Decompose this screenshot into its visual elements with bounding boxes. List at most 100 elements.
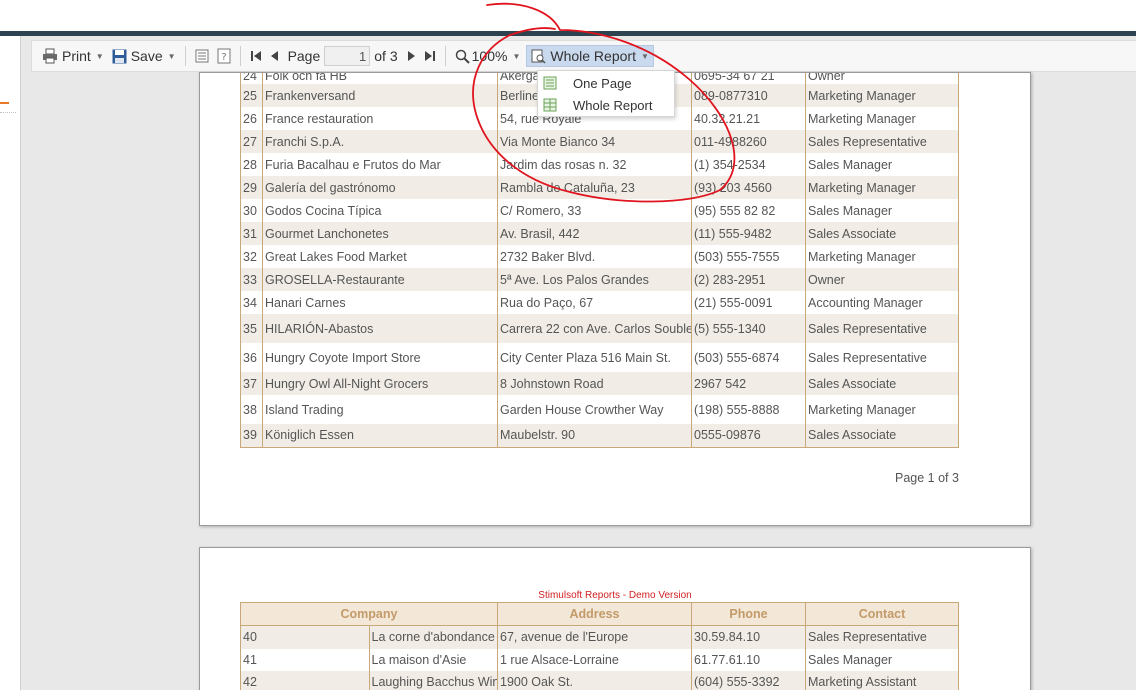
cell-contact: Sales Representative [805,343,959,372]
app-header [0,0,1136,32]
zoom-label: 100% [471,48,508,64]
parameters-button[interactable]: ? [213,44,235,68]
next-page-button[interactable] [402,44,420,68]
cell-company: HILARIÓN-Abastos [262,314,498,343]
header-divider [0,31,1136,36]
page-view-icon [531,49,546,64]
column-header-contact: Contact [805,602,959,626]
cell-address: 1900 Oak St. [497,670,692,690]
table-row: 37 Hungry Owl All-Night Grocers 8 Johnstow… [240,372,959,395]
panel-marker [0,102,9,104]
cell-contact: Marketing Manager [805,84,959,107]
table-row: 32 Great Lakes Food Market 2732 Baker Blvd… [240,245,959,268]
toolbar-separator [239,46,241,66]
table-row: 42Laughing Bacchus Wine Cellars1900 Oak … [240,670,959,690]
cell-phone: (21) 555-0091 [691,291,806,314]
table-row: 27 Franchi S.p.A. Via Monte Bianco 34 011-4… [240,130,959,153]
chevron-down-icon: ▼ [167,51,176,61]
cell-phone: (2) 283-2951 [691,268,806,291]
view-mode-label: Whole Report [550,48,636,64]
cell-num: 24 [240,73,263,84]
cell-contact: Sales Associate [805,372,959,395]
cell-num: 28 [240,153,263,176]
cell-address: 1 rue Alsace-Lorraine [497,648,692,671]
cell-num: 35 [240,314,263,343]
cell-phone: 61.77.61.10 [691,648,806,671]
cell-phone: (95) 555 82 82 [691,199,806,222]
table-row: 33 GROSELLA-Restaurante 5ª Ave. Los Palos … [240,268,959,291]
cell-phone: (503) 555-7555 [691,245,806,268]
cell-num: 37 [240,372,263,395]
cell-address: Rua do Paço, 67 [497,291,692,314]
cell-contact: Sales Representative [805,625,959,649]
cell-address: 8 Johnstown Road [497,372,692,395]
prev-page-button[interactable] [266,44,284,68]
cell-phone: (93) 203 4560 [691,176,806,199]
table-row: 28 Furia Bacalhau e Frutos do Mar Jardim d… [240,153,959,176]
panel-divider [0,112,16,113]
cell-company: GROSELLA-Restaurante [262,268,498,291]
first-page-button[interactable] [246,44,266,68]
menu-item-whole-report[interactable]: Whole Report [538,94,674,116]
cell-num: 34 [240,291,263,314]
cell-company: Königlich Essen [262,424,498,448]
report-table: Company Address Phone Contact 40 La corne… [240,602,959,690]
table-row: 29 Galería del gastrónomo Rambla de Catalu… [240,176,959,199]
cell-contact: Owner [805,73,959,84]
zoom-button[interactable]: 100% ▼ [451,44,525,68]
cell-num: 41 [240,648,370,671]
view-mode-button[interactable]: Whole Report ▼ [526,45,654,67]
cell-phone: 2967 542 [691,372,806,395]
printer-icon [43,48,57,64]
demo-watermark: Stimulsoft Reports - Demo Version [538,590,692,601]
cell-num: 36 [240,343,263,372]
cell-address: Jardim das rosas n. 32 [497,153,692,176]
cell-contact: Marketing Assistant [805,670,959,690]
cell-address: Carrera 22 con Ave. Carlos Soublette #8-… [497,314,692,343]
print-label: Print [62,48,91,64]
cell-company: Galería del gastrónomo [262,176,498,199]
cell-num: 39 [240,424,263,448]
column-header-phone: Phone [691,602,806,626]
report-page-1: 24Folk och fä HBÅkergatan 240695-34 67 2… [199,72,1031,526]
column-header-company: Company [240,602,498,626]
cell-num: 32 [240,245,263,268]
last-page-button[interactable] [420,44,440,68]
cell-phone: 0555-09876 [691,424,806,448]
table-row: 39 Königlich Essen Maubelstr. 90 0555-09876… [240,424,959,448]
cell-num: 38 [240,395,263,424]
cell-num: 31 [240,222,263,245]
cell-phone: 0695-34 67 21 [691,73,806,84]
cell-company: Island Trading [262,395,498,424]
chevron-down-icon: ▼ [95,51,104,61]
toolbar-separator [184,46,186,66]
page-number-input[interactable] [324,46,371,66]
prev-page-icon [270,51,278,61]
cell-address: 67, avenue de l'Europe [497,625,692,649]
cell-company: Franchi S.p.A. [262,130,498,153]
cell-address: Via Monte Bianco 34 [497,130,692,153]
cell-num: 27 [240,130,263,153]
cell-company: France restauration [262,107,498,130]
cell-contact: Sales Manager [805,199,959,222]
print-button[interactable]: Print ▼ [38,44,108,68]
menu-item-one-page[interactable]: One Page [538,72,674,94]
cell-company: Great Lakes Food Market [262,245,498,268]
cell-contact: Marketing Manager [805,245,959,268]
cell-company: Hanari Carnes [262,291,498,314]
single-page-icon [543,76,557,90]
cell-phone: (11) 555-9482 [691,222,806,245]
menu-item-label: Whole Report [573,97,653,113]
save-button[interactable]: Save ▼ [108,44,180,68]
cell-company: Gourmet Lanchonetes [262,222,498,245]
column-header-address: Address [497,602,692,626]
toolbar-separator [444,46,446,66]
bookmarks-button[interactable] [191,44,213,68]
cell-contact: Sales Manager [805,648,959,671]
cell-phone: (604) 555-3392 [691,670,806,690]
cell-contact: Sales Manager [805,153,959,176]
cell-contact: Marketing Manager [805,395,959,424]
cell-contact: Marketing Manager [805,107,959,130]
table-row: 30 Godos Cocina Típica C/ Romero, 33 (95) 5… [240,199,959,222]
cell-num: 25 [240,84,263,107]
